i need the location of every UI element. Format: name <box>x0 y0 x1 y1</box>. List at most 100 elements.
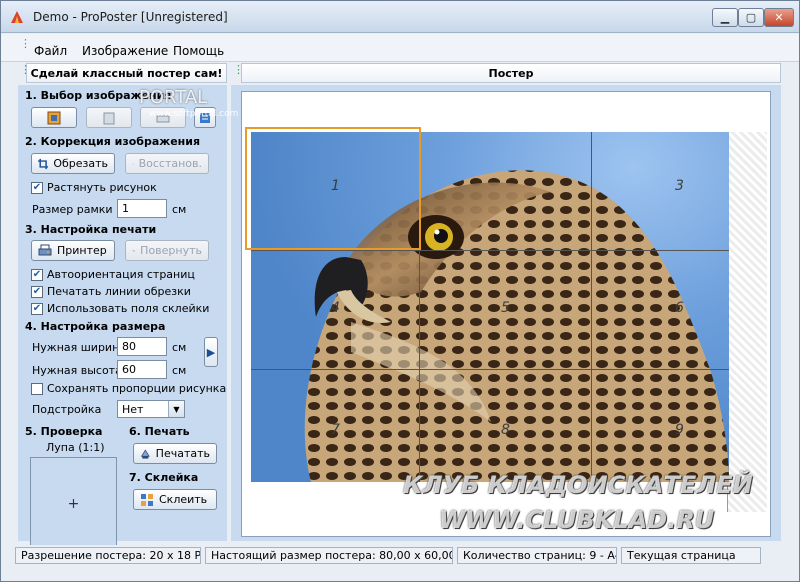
cut-line-horizontal <box>251 369 729 370</box>
crop-icon <box>38 158 49 169</box>
frame-size-label: Размер рамки <box>32 203 113 216</box>
toolbar-grip-icon[interactable]: ⋮ <box>20 38 31 49</box>
height-unit: см <box>172 364 187 377</box>
section-glue-title: 7. Склейка <box>129 471 199 484</box>
watermark-softportal: www.softportal.com <box>149 109 239 119</box>
width-unit: см <box>172 341 187 354</box>
arrow-right-icon: ▶ <box>206 345 216 359</box>
section-size-title: 4. Настройка размера <box>25 320 166 333</box>
rotate-icon <box>132 249 135 252</box>
settings-panel: ⋮ Сделай классный постер сам! 1. Выбор и… <box>18 63 227 551</box>
watermark-portal: PORTAL <box>139 87 208 108</box>
stretch-checkbox[interactable]: ✔ Растянуть рисунок <box>31 181 157 194</box>
glue-margins-label: Использовать поля склейки <box>47 302 210 315</box>
paste-icon <box>103 112 115 124</box>
menu-help[interactable]: Помощь <box>173 44 224 58</box>
auto-orient-checkbox[interactable]: ✔ Автоориентация страниц <box>31 268 195 281</box>
app-window: Demo - ProPoster [Unregistered] ▁ ▢ ✕ ⋮ … <box>0 0 800 582</box>
panel-grip-icon[interactable]: ⋮ <box>233 64 244 75</box>
maximize-button[interactable]: ▢ <box>738 8 764 27</box>
keep-ratio-label: Сохранять пропорции рисунка <box>47 382 227 395</box>
selected-tile-highlight[interactable] <box>245 127 421 250</box>
close-button[interactable]: ✕ <box>764 8 794 27</box>
restore-icon <box>132 162 134 165</box>
frame-size-unit: см <box>172 203 187 216</box>
paste-image-button[interactable] <box>86 107 132 128</box>
tile-number: 8 <box>501 422 510 438</box>
tune-label: Подстройка <box>32 403 102 416</box>
section-correction-title: 2. Коррекция изображения <box>25 135 201 148</box>
check-icon: ✔ <box>31 285 43 298</box>
height-label: Нужная высота <box>32 364 122 377</box>
rotate-button-label: Повернуть <box>140 244 202 257</box>
glue-margins-checkbox[interactable]: ✔ Использовать поля склейки <box>31 302 209 315</box>
printer-icon <box>38 244 52 255</box>
tune-select-value: Нет <box>122 403 144 416</box>
tune-select[interactable]: Нет ▼ <box>117 400 185 418</box>
height-input[interactable]: 60 <box>117 360 167 379</box>
printer-button-label: Принтер <box>57 244 107 257</box>
section-check-title: 5. Проверка <box>25 425 103 438</box>
panel-grip-icon[interactable]: ⋮ <box>20 64 31 75</box>
open-image-icon <box>47 111 61 124</box>
chevron-down-icon[interactable]: ▼ <box>168 401 184 417</box>
auto-orient-label: Автоориентация страниц <box>47 268 195 281</box>
section-print-setup-title: 3. Настройка печати <box>25 223 157 236</box>
width-label: Нужная ширина <box>32 341 127 354</box>
printer-button[interactable]: Принтер <box>31 240 115 261</box>
crop-button-label: Обрезать <box>53 157 108 170</box>
cut-lines-checkbox[interactable]: ✔ Печатать линии обрезки <box>31 285 191 298</box>
width-input[interactable]: 80 <box>117 337 167 356</box>
open-image-button[interactable] <box>31 107 77 128</box>
glue-button[interactable]: Склеить <box>133 489 217 510</box>
cut-lines-label: Печатать линии обрезки <box>47 285 191 298</box>
rotate-button[interactable]: Повернуть <box>125 240 209 261</box>
cut-line-vertical <box>591 132 592 482</box>
menu-image[interactable]: Изображение <box>82 44 168 58</box>
watermark-site: WWW.CLUBKLAD.RU <box>439 506 715 534</box>
tile-number: 6 <box>675 300 684 316</box>
settings-panel-body: 1. Выбор изображения 2. Коррекция изобра… <box>18 85 227 551</box>
status-bar: Разрешение постера: 20 x 18 PPI Настоящи… <box>1 545 799 581</box>
frame-size-input[interactable]: 1 <box>117 199 167 218</box>
status-resolution: Разрешение постера: 20 x 18 PPI <box>15 547 201 564</box>
status-page-count: Количество страниц: 9 - A4 <box>457 547 617 564</box>
settings-panel-header: Сделай классный постер сам! <box>26 63 227 83</box>
window-title: Demo - ProPoster [Unregistered] <box>33 10 228 24</box>
close-icon: ✕ <box>774 11 784 24</box>
crop-button[interactable]: Обрезать <box>31 153 115 174</box>
minimize-icon: ▁ <box>720 11 730 24</box>
check-icon: ✔ <box>31 268 43 281</box>
cut-line-horizontal <box>251 250 729 251</box>
minimize-button[interactable]: ▁ <box>712 8 738 27</box>
watermark-club: КЛУБ КЛАДОИСКАТЕЛЕЙ <box>403 471 753 499</box>
menu-bar: ⋮ Файл Изображение Помощь <box>1 34 799 62</box>
glue-icon <box>141 493 153 506</box>
poster-panel-header: Постер <box>241 63 781 83</box>
title-bar: Demo - ProPoster [Unregistered] ▁ ▢ ✕ <box>1 1 799 33</box>
menu-file[interactable]: Файл <box>34 44 67 58</box>
tile-number: 9 <box>675 422 684 438</box>
section-print-title: 6. Печать <box>129 425 190 438</box>
apply-size-button[interactable]: ▶ <box>204 337 218 367</box>
zoom-label: Лупа (1:1) <box>46 441 105 454</box>
print-button[interactable]: Печатать <box>133 443 217 464</box>
status-current-page: Текущая страница <box>621 547 761 564</box>
tile-number: 7 <box>331 422 340 438</box>
app-logo-icon <box>11 11 23 23</box>
check-icon: ✔ <box>31 181 43 194</box>
crosshair-icon: + <box>67 496 80 512</box>
page-margin-hatch <box>727 132 767 512</box>
restore-button[interactable]: Восстанов. <box>125 153 209 174</box>
magnifier-preview[interactable]: + <box>30 457 117 551</box>
keep-ratio-checkbox[interactable]: Сохранять пропорции рисунка <box>31 382 226 395</box>
glue-button-label: Склеить <box>159 493 208 506</box>
check-icon: ✔ <box>31 302 43 315</box>
checkbox-empty-icon <box>31 382 43 395</box>
print-button-label: Печатать <box>155 447 210 460</box>
print-icon <box>140 448 150 459</box>
tile-number: 4 <box>331 300 340 316</box>
tile-number: 5 <box>501 300 510 316</box>
restore-button-label: Восстанов. <box>138 157 202 170</box>
stretch-label: Растянуть рисунок <box>47 181 157 194</box>
